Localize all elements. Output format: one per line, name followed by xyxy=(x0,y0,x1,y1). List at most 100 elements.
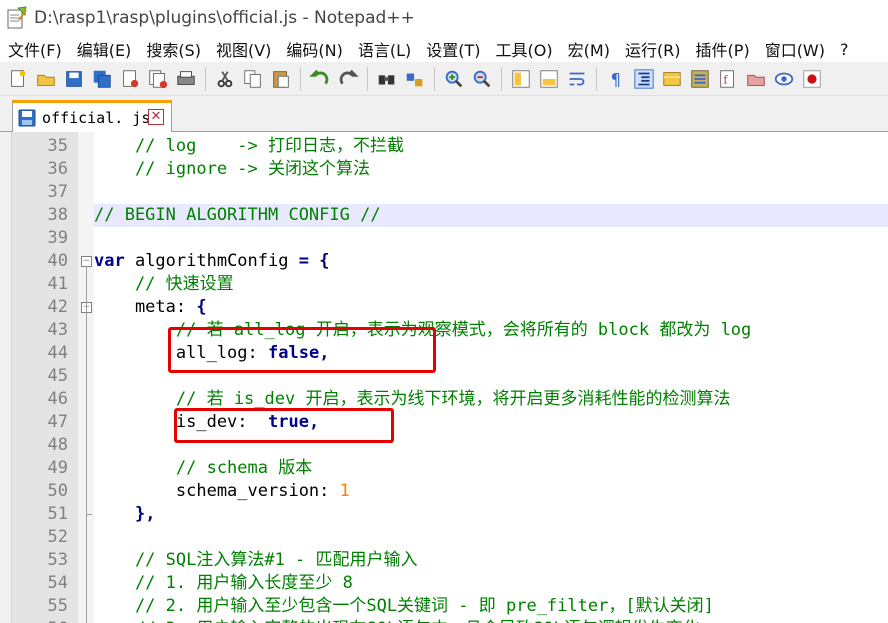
line-number: 41 xyxy=(47,274,68,294)
zoom-out-icon[interactable] xyxy=(470,67,494,91)
menu-item-9[interactable]: 运行(R) xyxy=(617,37,688,61)
line-number: 49 xyxy=(47,458,68,478)
line-number: 48 xyxy=(47,435,68,455)
code-line[interactable]: }, xyxy=(94,503,888,526)
menu-bar: 文件(F) 编辑(E) 搜索(S) 视图(V) 编码(N) 语言(L) 设置(T) 工具(O)… xyxy=(0,36,888,62)
code-line[interactable]: meta: { xyxy=(94,296,888,319)
highlight-box-is-dev xyxy=(174,408,394,443)
line-number: 39 xyxy=(47,228,68,248)
save-icon[interactable] xyxy=(62,67,86,91)
toolbar-separator xyxy=(205,66,206,91)
menu-item-3[interactable]: 视图(V) xyxy=(208,37,278,61)
code-line[interactable]: // ignore -> 关闭这个算法 xyxy=(94,158,888,181)
copy-icon[interactable] xyxy=(241,67,265,91)
record-macro-icon[interactable] xyxy=(772,67,796,91)
close-icon[interactable] xyxy=(118,67,142,91)
word-wrap-icon[interactable] xyxy=(565,67,589,91)
code-line[interactable]: // 1. 用户输入长度至少 8 xyxy=(94,572,888,595)
toolbar-separator xyxy=(434,66,435,91)
code-token: var xyxy=(94,251,125,271)
toolbar-separator xyxy=(501,66,502,91)
replace-icon[interactable] xyxy=(403,67,427,91)
paste-icon[interactable] xyxy=(269,67,293,91)
toolbar: ¶ f xyxy=(0,62,888,96)
code-line[interactable]: // 快速设置 xyxy=(94,273,888,296)
line-number: 36 xyxy=(47,159,68,179)
code-token: meta: xyxy=(94,297,197,317)
code-line[interactable]: // schema 版本 xyxy=(94,457,888,480)
code-token: // 2. 用户输入至少包含一个SQL关键词 - 即 pre_filter，[默… xyxy=(94,596,714,616)
toolbar-separator xyxy=(596,66,597,91)
menu-item-8[interactable]: 宏(M) xyxy=(560,37,617,61)
line-number: 35 xyxy=(47,136,68,156)
svg-text:¶: ¶ xyxy=(611,70,622,89)
menu-item-2[interactable]: 搜索(S) xyxy=(138,37,208,61)
code-token: // SQL注入算法#1 - 匹配用户输入 xyxy=(94,550,418,570)
monitoring-icon[interactable] xyxy=(744,67,768,91)
menu-item-10[interactable]: 插件(P) xyxy=(688,37,757,61)
code-token: = xyxy=(298,251,309,271)
line-number: 37 xyxy=(47,182,68,202)
tab-label: official. js xyxy=(42,109,151,127)
code-editor[interactable]: 35 // log -> 打印日志，不拦截 36 // ignore -> 关闭这… xyxy=(0,132,888,623)
menu-item-4[interactable]: 编码(N) xyxy=(278,37,349,61)
code-line[interactable] xyxy=(94,526,888,549)
function-list-icon[interactable] xyxy=(688,67,712,91)
line-number: 47 xyxy=(47,412,68,432)
code-token: // 快速设置 xyxy=(94,274,234,294)
toolbar-separator xyxy=(300,66,301,91)
line-number: 55 xyxy=(47,596,68,616)
menu-item-7[interactable]: 工具(O) xyxy=(488,37,560,61)
code-token: // log -> 打印日志，不拦截 xyxy=(94,136,404,156)
sync-vertical-icon[interactable] xyxy=(509,67,533,91)
line-number: 52 xyxy=(47,527,68,547)
notepadpp-app-icon xyxy=(6,6,28,30)
find-icon[interactable] xyxy=(375,67,399,91)
code-line[interactable] xyxy=(94,227,888,250)
toolbar-separator xyxy=(367,66,368,91)
zoom-in-icon[interactable] xyxy=(442,67,466,91)
code-line[interactable]: // 2. 用户输入至少包含一个SQL关键词 - 即 pre_filter，[默… xyxy=(94,595,888,618)
redo-icon[interactable] xyxy=(336,67,360,91)
menu-item-11[interactable]: 窗口(W) xyxy=(757,37,832,61)
print-icon[interactable] xyxy=(174,67,198,91)
code-line[interactable]: // log -> 打印日志，不拦截 xyxy=(94,135,888,158)
title-bar: D:\rasp1\rasp\plugins\official.js - Note… xyxy=(0,0,888,36)
tab-close-icon[interactable]: ✕ xyxy=(148,109,164,125)
folder-workspace-icon[interactable]: f xyxy=(716,67,740,91)
fold-toggle-icon[interactable]: − xyxy=(81,256,92,267)
open-file-icon[interactable] xyxy=(34,67,58,91)
doc-map-icon[interactable] xyxy=(660,67,684,91)
cut-icon[interactable] xyxy=(213,67,237,91)
code-token: // 3. 用户输入完整的出现在SQL语句中，且会导致SQL语句逻辑发生变化 xyxy=(94,619,700,623)
menu-item-5[interactable]: 语言(L) xyxy=(350,37,418,61)
code-token: // schema 版本 xyxy=(94,458,313,478)
code-line[interactable]: // BEGIN ALGORITHM CONFIG // xyxy=(94,204,888,227)
code-line[interactable]: schema_version: 1 xyxy=(94,480,888,503)
start-recording-icon[interactable] xyxy=(800,67,824,91)
undo-icon[interactable] xyxy=(308,67,332,91)
code-token: }, xyxy=(134,504,156,524)
tab-official-js[interactable]: official. js ✕ xyxy=(12,100,172,133)
code-line[interactable]: var algorithmConfig = { xyxy=(94,250,888,273)
code-token: 1 xyxy=(339,481,350,501)
code-line[interactable] xyxy=(94,181,888,204)
highlight-box-all-log xyxy=(168,327,436,373)
menu-item-12[interactable]: ? xyxy=(832,40,856,59)
window-title: D:\rasp1\rasp\plugins\official.js - Note… xyxy=(34,8,415,28)
code-line[interactable]: // SQL注入算法#1 - 匹配用户输入 xyxy=(94,549,888,572)
indent-guide-icon[interactable] xyxy=(632,67,656,91)
close-all-icon[interactable] xyxy=(146,67,170,91)
show-all-chars-icon[interactable]: ¶ xyxy=(604,67,628,91)
sync-horizontal-icon[interactable] xyxy=(537,67,561,91)
code-token: // BEGIN ALGORITHM CONFIG // xyxy=(94,205,381,225)
menu-item-0[interactable]: 文件(F) xyxy=(0,37,69,61)
save-all-icon[interactable] xyxy=(90,67,114,91)
menu-item-6[interactable]: 设置(T) xyxy=(418,37,487,61)
code-line[interactable]: // 3. 用户输入完整的出现在SQL语句中，且会导致SQL语句逻辑发生变化 xyxy=(94,618,888,623)
menu-item-1[interactable]: 编辑(E) xyxy=(69,37,139,61)
bookmark-margin[interactable] xyxy=(0,132,12,623)
new-file-icon[interactable] xyxy=(6,67,30,91)
code-token: // ignore -> 关闭这个算法 xyxy=(94,159,370,179)
